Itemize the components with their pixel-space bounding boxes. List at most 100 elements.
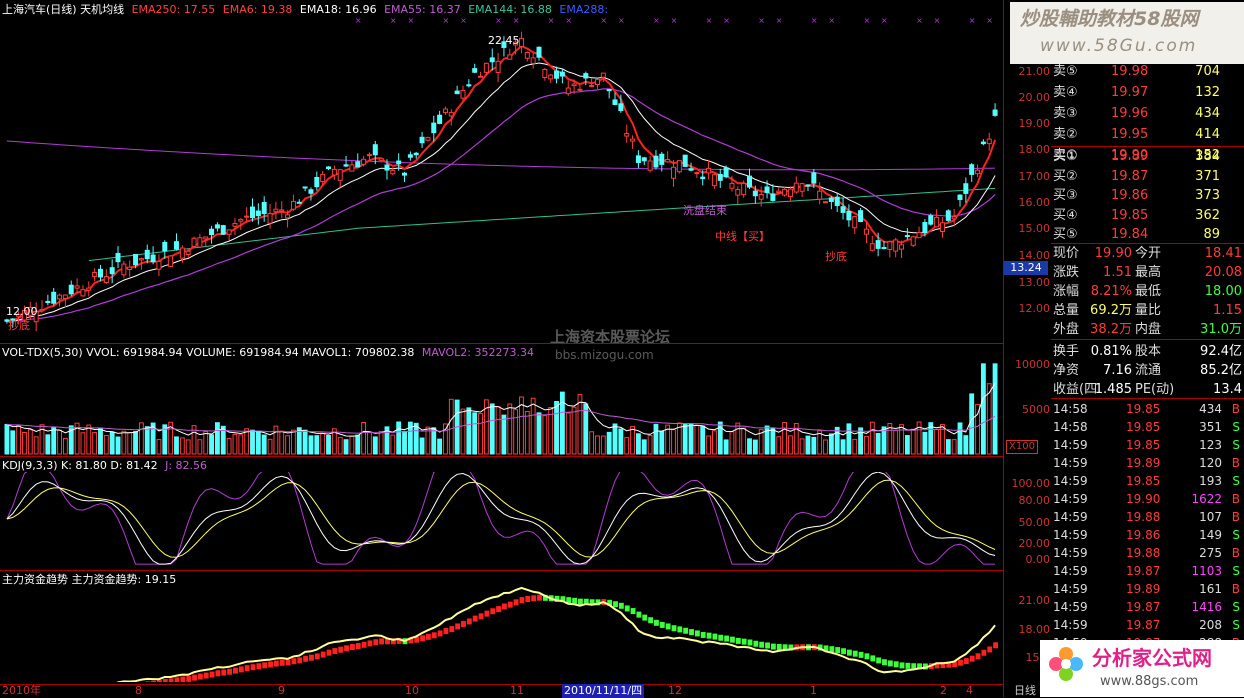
stat-value: 1.485 (1094, 382, 1132, 397)
volume-bar (238, 434, 244, 455)
candle-body (489, 57, 495, 63)
trend-bar (279, 659, 285, 666)
period-label[interactable]: 日线 (1014, 684, 1036, 698)
volume-bar (536, 412, 542, 455)
chart-area[interactable]: 上海汽车(日线) 天机均线 EMA250: 17.55 EMA6: 19.38 … (0, 0, 1004, 698)
tick-volume: 161 (1199, 582, 1222, 596)
candle-body (823, 201, 829, 204)
ask-volume: 132 (1195, 85, 1220, 100)
trend-bar (344, 645, 349, 652)
kdj-divider (0, 570, 1004, 571)
volume-bar (711, 430, 717, 455)
candle-body (472, 68, 478, 73)
bid-label: 买③ (1053, 188, 1078, 203)
volume-bar (279, 430, 285, 455)
stat-value: 92.4亿 (1200, 344, 1242, 359)
stat-row: 涨幅 8.21% 最低 18.00 (1051, 282, 1244, 301)
candle-body (466, 84, 472, 87)
volume-bar (904, 435, 910, 455)
volume-chart[interactable] (0, 360, 1004, 456)
top-brand-url: www.58Gu.com (1040, 36, 1198, 56)
tick-volume: 1416 (1191, 600, 1222, 614)
volume-bar (747, 438, 752, 455)
trend-bar (870, 655, 876, 662)
trend-bar (420, 635, 425, 642)
candle-body (57, 294, 63, 300)
signal-mark-icon: × (548, 16, 555, 25)
volume-bar (980, 363, 986, 455)
candle-body (577, 88, 583, 91)
volume-bar (624, 437, 630, 455)
ask-label: 卖⑤ (1053, 64, 1078, 79)
candle-body (121, 263, 127, 276)
candle-body (191, 237, 197, 247)
trend-bar (618, 602, 624, 609)
candle-body (250, 206, 255, 219)
trend-bar (273, 660, 279, 667)
candle-body (173, 241, 179, 250)
volume-bar (27, 429, 33, 455)
candle-body (179, 247, 185, 259)
candle-body (495, 60, 501, 73)
signal-mark-icon: × (653, 16, 660, 25)
candle-body (209, 228, 215, 236)
volume-bar (109, 431, 115, 455)
candle-body (887, 241, 893, 251)
trend-chart[interactable] (0, 586, 1004, 682)
volume-bar (103, 435, 109, 455)
volume-bar (782, 421, 788, 455)
signal-mark-icon: × (828, 16, 835, 25)
volume-bar (396, 421, 402, 455)
candle-body (226, 229, 232, 235)
flower-logo-icon (1049, 647, 1083, 681)
candle-body (869, 243, 875, 251)
volume-bar (127, 432, 133, 455)
trend-bar (361, 641, 367, 648)
tick-volume: 120 (1199, 456, 1222, 470)
quote-panel: 卖⑤ 19.98 704 卖④ 19.97 132 卖③ 19.96 434 卖② 19.95 414… (1051, 0, 1244, 697)
trend-bar (665, 623, 671, 630)
candle-body (980, 141, 986, 145)
tick-row: 14:58 19.85 351 S (1051, 418, 1244, 436)
candle-body (413, 152, 419, 156)
volume-bar (378, 430, 384, 455)
bottom-brand-logo: 分析家公式网 www.88gs.com (1040, 640, 1244, 697)
tick-price: 19.90 (1126, 492, 1161, 506)
stat-value: 1.15 (1213, 303, 1242, 318)
x-label-11: 11 (510, 684, 524, 697)
tick-side: B (1231, 456, 1240, 470)
trend-bar (466, 618, 472, 625)
candle-body (308, 189, 314, 194)
bid-price: 19.86 (1111, 188, 1149, 203)
candle-body (764, 186, 770, 194)
trend-bar (882, 659, 887, 666)
signal-mark-icon: × (969, 16, 976, 25)
tick-side: B (1231, 582, 1240, 596)
trend-bar (905, 662, 911, 669)
trend-bar (455, 623, 461, 630)
signal-mark-icon: × (407, 16, 414, 25)
candle-body (296, 201, 302, 204)
tick-side: S (1232, 528, 1240, 542)
candle-body (425, 137, 431, 141)
tick-volume: 434 (1199, 402, 1222, 416)
tick-price: 19.87 (1126, 600, 1161, 614)
volume-bar (752, 439, 758, 455)
candle-body (612, 99, 618, 105)
tick-time: 14:59 (1053, 564, 1088, 578)
y-axis-line (1003, 0, 1004, 697)
candle-body (811, 172, 817, 184)
trend-bar (215, 670, 221, 677)
kdj-chart[interactable] (0, 472, 1004, 568)
candlestick-chart[interactable]: × × × × × × × × × × × × × × × × × × × × × × × × ×22.4512.00抄底洗盘结… (0, 14, 1004, 344)
volume-bar (144, 426, 150, 455)
trend-bar (349, 644, 355, 651)
trend-bar (858, 651, 864, 658)
tick-price: 19.85 (1126, 438, 1161, 452)
volume-bar (33, 436, 39, 455)
stat-value: 18.00 (1204, 284, 1242, 299)
tick-time: 14:58 (1053, 420, 1088, 434)
trend-bar (186, 675, 192, 682)
stat-row: 总量 69.2万 量比 1.15 (1051, 301, 1244, 320)
candle-body (711, 174, 717, 187)
